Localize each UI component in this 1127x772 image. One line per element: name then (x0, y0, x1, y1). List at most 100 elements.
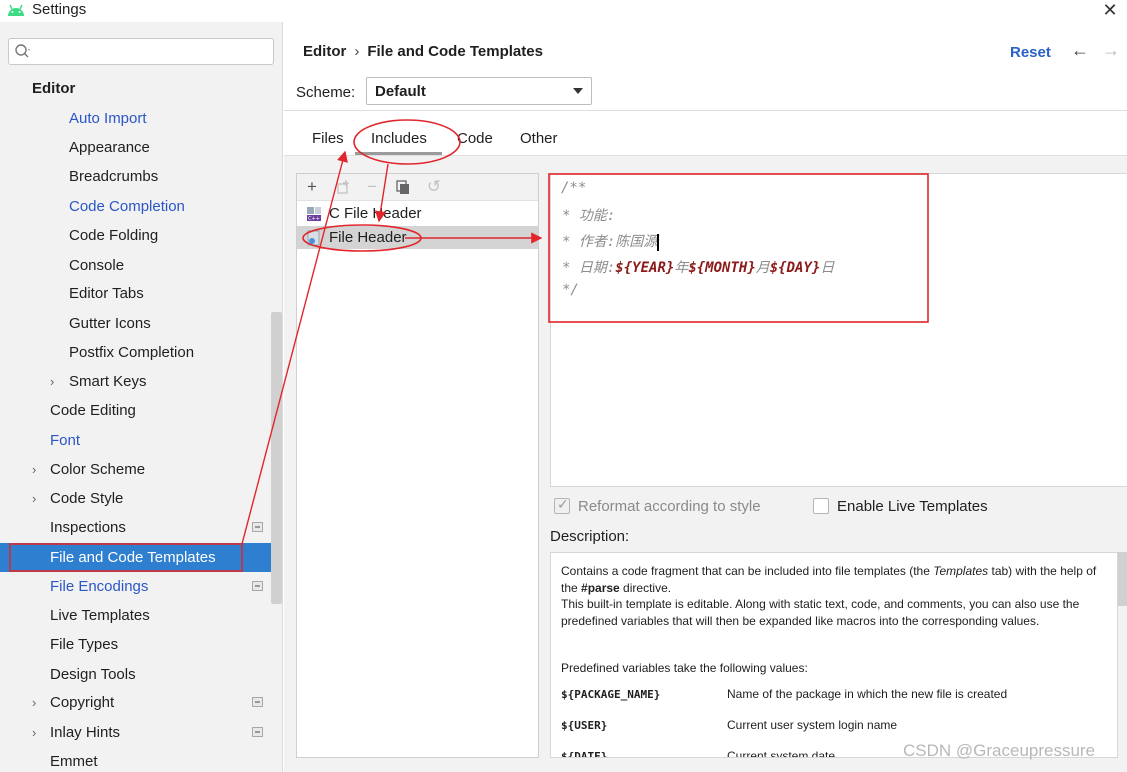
window-title: Settings (32, 1, 87, 18)
code-text: * 日期: (562, 260, 616, 276)
settings-content: Editor › File and Code Templates Reset ← →… (284, 22, 1127, 772)
live-templates-label: Enable Live Templates (837, 498, 988, 515)
sidebar-item-font[interactable]: Font (0, 426, 271, 455)
code-text: 日 (820, 260, 835, 276)
variable-description: Name of the package in which the new fil… (727, 687, 1008, 701)
reformat-label: Reformat according to style (578, 498, 761, 515)
variable-name: ${PACKAGE_NAME} (561, 688, 661, 701)
tab-other[interactable]: Other (520, 130, 558, 147)
reformat-checkbox[interactable] (554, 496, 570, 514)
project-scope-icon (252, 697, 263, 707)
chevron-right-icon[interactable]: › (32, 455, 36, 484)
sidebar-item-postfix-completion[interactable]: Postfix Completion (0, 338, 271, 367)
sidebar-item-appearance[interactable]: Appearance (0, 133, 271, 162)
template-editor[interactable]: /** * 功能: * 作者:陈国源 * 日期:${YEAR}年${MONTH}… (550, 173, 1127, 487)
add-child-icon[interactable] (334, 177, 354, 197)
sidebar-item-file-encodings[interactable]: File Encodings (0, 572, 271, 601)
forward-arrow-icon[interactable]: → (1102, 40, 1120, 61)
back-arrow-icon[interactable]: ← (1071, 40, 1089, 61)
sidebar-item-emmet[interactable]: Emmet (0, 747, 271, 772)
remove-icon[interactable]: − (362, 177, 382, 197)
code-line: * 功能: (562, 208, 616, 224)
c-file-icon: C++ (307, 207, 321, 222)
tab-includes[interactable]: Includes (371, 130, 427, 147)
java-file-icon (307, 230, 320, 246)
tab-files[interactable]: Files (312, 130, 344, 147)
sidebar-item-label: Inspections (50, 519, 126, 536)
sidebar-item-label: Code Completion (69, 198, 185, 215)
template-list-toolbar: + − ↺ (297, 174, 538, 201)
project-scope-icon (252, 581, 263, 591)
sidebar-item-inspections[interactable]: Inspections (0, 513, 271, 542)
code-line: */ (562, 282, 579, 298)
variable-name: ${DATE} (561, 750, 608, 758)
template-item-label: C File Header (329, 205, 422, 222)
sidebar-item-console[interactable]: Console (0, 251, 271, 280)
sidebar-item-color-scheme[interactable]: › Color Scheme (0, 455, 271, 484)
description-text-part: Contains a code fragment that can be inc… (561, 564, 934, 578)
description-directive: #parse (581, 581, 620, 595)
chevron-right-icon[interactable]: › (32, 688, 36, 717)
variable-row: ${DATE} Current system date (561, 749, 835, 758)
close-icon[interactable]: ✕ (1101, 1, 1119, 19)
sidebar-item-live-templates[interactable]: Live Templates (0, 601, 271, 630)
variable-description: Current system date (727, 749, 836, 758)
sidebar-item-code-completion[interactable]: Code Completion (0, 192, 271, 221)
sidebar-item-copyright[interactable]: › Copyright (0, 688, 271, 717)
sidebar-item-code-style[interactable]: › Code Style (0, 484, 271, 513)
sidebar-item-design-tools[interactable]: Design Tools (0, 660, 271, 689)
templates-panel: + − ↺ C++ C File Header File Header /** … (284, 156, 1127, 772)
template-variable: ${MONTH} (688, 260, 756, 276)
reset-button[interactable]: Reset (1010, 44, 1051, 61)
sidebar-item-label: Gutter Icons (69, 315, 151, 332)
tab-code[interactable]: Code (457, 130, 493, 147)
breadcrumb-parent[interactable]: Editor (303, 43, 346, 60)
scheme-dropdown[interactable]: Default (366, 77, 592, 105)
settings-sidebar: Editor Auto Import Appearance Breadcrumb… (0, 22, 283, 772)
watermark: CSDN @Graceupressure (903, 741, 1096, 760)
description-scrollbar[interactable] (1118, 552, 1127, 606)
code-line: * 作者:陈国源 (562, 231, 660, 251)
variable-description: Current user system login name (727, 718, 898, 732)
code-text: * 作者:陈国源 (562, 234, 658, 250)
template-item-file-header[interactable]: File Header (297, 226, 538, 249)
sidebar-item-breadcrumbs[interactable]: Breadcrumbs (0, 162, 271, 191)
sidebar-item-label: Auto Import (69, 110, 147, 127)
sidebar-item-label: File Types (50, 636, 119, 653)
revert-icon[interactable]: ↺ (424, 177, 444, 197)
divider (284, 110, 1127, 111)
sidebar-item-inlay-hints[interactable]: › Inlay Hints (0, 718, 271, 747)
live-templates-checkbox[interactable] (813, 498, 829, 514)
template-options: Reformat according to style Enable Live … (550, 494, 1127, 522)
sidebar-item-label: Postfix Completion (69, 344, 195, 361)
code-line: /** (561, 180, 587, 196)
add-icon[interactable]: + (302, 177, 322, 197)
template-tabs: Files Includes Code Other (284, 122, 1127, 156)
chevron-right-icon[interactable]: › (32, 718, 36, 747)
sidebar-item-file-types[interactable]: File Types (0, 630, 271, 659)
chevron-right-icon[interactable]: › (50, 367, 54, 396)
sidebar-item-editor[interactable]: Editor (0, 74, 271, 103)
template-list: + − ↺ C++ C File Header File Header (296, 173, 539, 758)
sidebar-scrollbar[interactable] (271, 312, 282, 604)
template-item-label: File Header (329, 229, 407, 246)
sidebar-item-code-editing[interactable]: Code Editing (0, 396, 271, 425)
chevron-right-icon[interactable]: › (32, 484, 36, 513)
sidebar-item-label: Code Style (50, 490, 124, 507)
sidebar-item-auto-import[interactable]: Auto Import (0, 104, 271, 133)
sidebar-item-editor-tabs[interactable]: Editor Tabs (0, 279, 271, 308)
sidebar-item-gutter-icons[interactable]: Gutter Icons (0, 309, 271, 338)
sidebar-item-smart-keys[interactable]: › Smart Keys (0, 367, 271, 396)
description-label: Description: (550, 528, 630, 545)
template-variable: ${DAY} (769, 260, 821, 276)
search-input[interactable] (8, 38, 274, 65)
template-variable: ${YEAR} (615, 260, 675, 276)
sidebar-item-label: Code Editing (50, 402, 136, 419)
sidebar-item-label: Code Folding (69, 227, 159, 244)
project-scope-icon (252, 522, 263, 532)
sidebar-item-code-folding[interactable]: Code Folding (0, 221, 271, 250)
sidebar-item-file-and-code-templates[interactable]: File and Code Templates (0, 543, 271, 572)
template-item-c-file-header[interactable]: C++ C File Header (297, 202, 538, 225)
title-bar: Settings ✕ (0, 0, 1127, 22)
copy-icon[interactable] (393, 177, 413, 197)
